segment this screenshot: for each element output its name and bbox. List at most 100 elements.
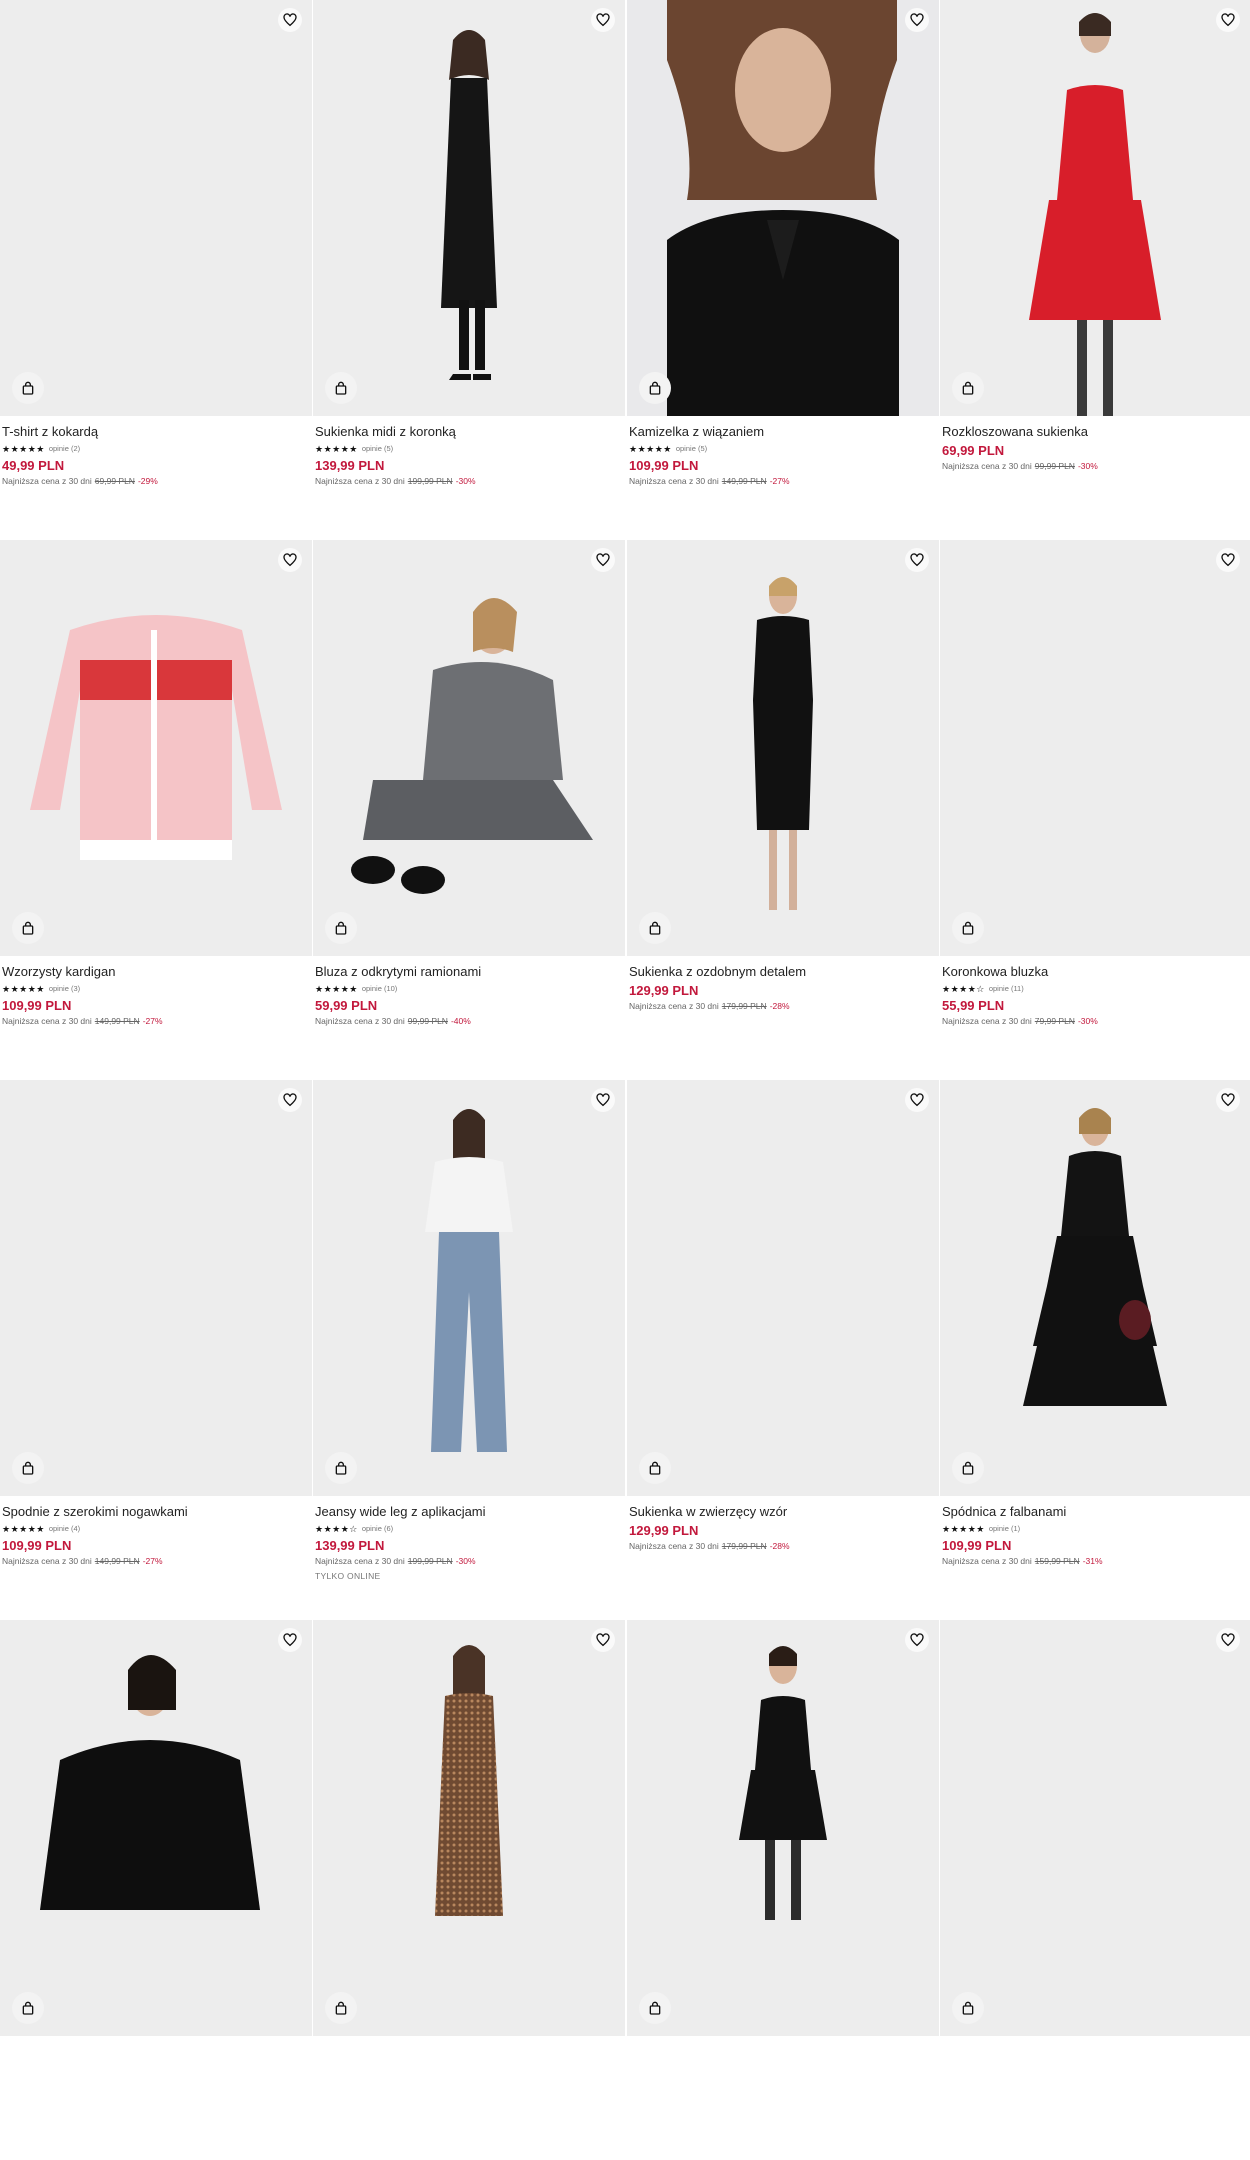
product-image[interactable]	[0, 1080, 312, 1496]
review-count[interactable]: opinie (10)	[362, 982, 397, 996]
product-image[interactable]	[627, 1620, 939, 2036]
review-count[interactable]: opinie (11)	[989, 982, 1024, 996]
shopping-bag-icon	[335, 921, 347, 935]
product-name[interactable]: Spodnie z szerokimi nogawkami	[2, 1503, 302, 1521]
product-image[interactable]	[940, 1080, 1250, 1496]
discount-badge: -29%	[137, 476, 158, 486]
lowest-price-label: Najniższa cena z 30 dni	[629, 1541, 719, 1551]
heart-outline-icon	[283, 13, 297, 27]
add-to-cart-button[interactable]	[325, 372, 357, 404]
product-image[interactable]	[627, 540, 939, 956]
product-card[interactable]	[940, 1620, 1250, 2160]
product-card[interactable]: Sukienka z ozdobnym detalem 129,99 PLN Naj…	[627, 540, 940, 1080]
add-to-cart-button[interactable]	[639, 1452, 671, 1484]
product-image[interactable]	[627, 1080, 939, 1496]
product-info: Rozkloszowana sukienka 69,99 PLN Najniższa…	[942, 423, 1242, 473]
wishlist-button[interactable]	[278, 8, 302, 32]
shopping-bag-icon	[962, 381, 974, 395]
add-to-cart-button[interactable]	[12, 372, 44, 404]
add-to-cart-button[interactable]	[952, 1452, 984, 1484]
product-rating: ★★★★☆ opinie (6)	[315, 1522, 615, 1536]
product-image[interactable]	[940, 0, 1250, 416]
wishlist-button[interactable]	[1216, 548, 1240, 572]
product-card[interactable]: Jeansy wide leg z aplikacjami ★★★★☆ opinie…	[313, 1080, 627, 1620]
review-count[interactable]: opinie (5)	[362, 442, 393, 456]
wishlist-button[interactable]	[905, 1088, 929, 1112]
add-to-cart-button[interactable]	[639, 1992, 671, 2024]
review-count[interactable]: opinie (3)	[49, 982, 80, 996]
review-count[interactable]: opinie (1)	[989, 1522, 1020, 1536]
product-card[interactable]	[627, 1620, 940, 2160]
wishlist-button[interactable]	[905, 548, 929, 572]
review-count[interactable]: opinie (5)	[676, 442, 707, 456]
add-to-cart-button[interactable]	[952, 1992, 984, 2024]
product-image[interactable]	[940, 540, 1250, 956]
product-card[interactable]: Koronkowa bluzka ★★★★☆ opinie (11) 55,99 PL…	[940, 540, 1250, 1080]
heart-outline-icon	[1221, 1093, 1235, 1107]
product-card[interactable]: Sukienka midi z koronką ★★★★★ opinie (5) 13…	[313, 0, 627, 540]
product-name[interactable]: Sukienka midi z koronką	[315, 423, 615, 441]
product-image[interactable]	[0, 540, 312, 956]
wishlist-button[interactable]	[905, 8, 929, 32]
wishlist-button[interactable]	[591, 548, 615, 572]
product-card[interactable]: Spodnie z szerokimi nogawkami ★★★★★ opinie…	[0, 1080, 313, 1620]
product-price: 49,99 PLN	[2, 458, 65, 473]
add-to-cart-button[interactable]	[639, 912, 671, 944]
product-name[interactable]: Sukienka z ozdobnym detalem	[629, 963, 929, 981]
product-name[interactable]: Jeansy wide leg z aplikacjami	[315, 1503, 615, 1521]
add-to-cart-button[interactable]	[12, 912, 44, 944]
product-card[interactable]: Wzorzysty kardigan ★★★★★ opinie (3) 109,99 …	[0, 540, 313, 1080]
review-count[interactable]: opinie (4)	[49, 1522, 80, 1536]
add-to-cart-button[interactable]	[325, 1992, 357, 2024]
product-image[interactable]	[0, 1620, 312, 2036]
lowest-price-info: Najniższa cena z 30 dni 149,99 PLN -27%	[2, 1555, 302, 1568]
product-image[interactable]	[0, 0, 312, 416]
wishlist-button[interactable]	[1216, 1088, 1240, 1112]
product-image[interactable]	[313, 1080, 625, 1496]
product-card[interactable]	[313, 1620, 627, 2160]
add-to-cart-button[interactable]	[639, 372, 671, 404]
wishlist-button[interactable]	[1216, 1628, 1240, 1652]
review-count[interactable]: opinie (6)	[362, 1522, 393, 1536]
product-name[interactable]: Rozkloszowana sukienka	[942, 423, 1242, 441]
product-image[interactable]	[313, 1620, 625, 2036]
wishlist-button[interactable]	[1216, 8, 1240, 32]
product-image[interactable]	[313, 540, 625, 956]
product-photo	[753, 577, 813, 910]
product-card[interactable]: Sukienka w zwierzęcy wzór 129,99 PLN Najni…	[627, 1080, 940, 1620]
wishlist-button[interactable]	[278, 1628, 302, 1652]
product-image[interactable]	[940, 1620, 1250, 2036]
add-to-cart-button[interactable]	[325, 912, 357, 944]
wishlist-button[interactable]	[591, 1088, 615, 1112]
lowest-price-info: Najniższa cena z 30 dni 69,99 PLN -29%	[2, 475, 302, 488]
add-to-cart-button[interactable]	[952, 912, 984, 944]
wishlist-button[interactable]	[278, 1088, 302, 1112]
lowest-price-info: Najniższa cena z 30 dni 179,99 PLN -28%	[629, 1000, 929, 1013]
lowest-price-label: Najniższa cena z 30 dni	[942, 1556, 1032, 1566]
wishlist-button[interactable]	[591, 8, 615, 32]
product-name[interactable]: Wzorzysty kardigan	[2, 963, 302, 981]
product-image[interactable]	[627, 0, 939, 416]
product-card[interactable]: Kamizelka z wiązaniem ★★★★★ opinie (5) 109,…	[627, 0, 940, 540]
product-card[interactable]: T-shirt z kokardą ★★★★★ opinie (2) 49,99 PL…	[0, 0, 313, 540]
add-to-cart-button[interactable]	[952, 372, 984, 404]
wishlist-button[interactable]	[905, 1628, 929, 1652]
lowest-price-info: Najniższa cena z 30 dni 149,99 PLN -27%	[629, 475, 929, 488]
product-name[interactable]: Spódnica z falbanami	[942, 1503, 1242, 1521]
product-card[interactable]: Rozkloszowana sukienka 69,99 PLN Najniższa…	[940, 0, 1250, 540]
add-to-cart-button[interactable]	[12, 1992, 44, 2024]
product-name[interactable]: Sukienka w zwierzęcy wzór	[629, 1503, 929, 1521]
product-card[interactable]	[0, 1620, 313, 2160]
add-to-cart-button[interactable]	[12, 1452, 44, 1484]
product-name[interactable]: T-shirt z kokardą	[2, 423, 302, 441]
product-name[interactable]: Bluza z odkrytymi ramionami	[315, 963, 615, 981]
product-image[interactable]	[313, 0, 625, 416]
add-to-cart-button[interactable]	[325, 1452, 357, 1484]
product-card[interactable]: Spódnica z falbanami ★★★★★ opinie (1) 109,9…	[940, 1080, 1250, 1620]
product-card[interactable]: Bluza z odkrytymi ramionami ★★★★★ opinie (…	[313, 540, 627, 1080]
product-name[interactable]: Kamizelka z wiązaniem	[629, 423, 929, 441]
review-count[interactable]: opinie (2)	[49, 442, 80, 456]
product-name[interactable]: Koronkowa bluzka	[942, 963, 1242, 981]
wishlist-button[interactable]	[278, 548, 302, 572]
wishlist-button[interactable]	[591, 1628, 615, 1652]
